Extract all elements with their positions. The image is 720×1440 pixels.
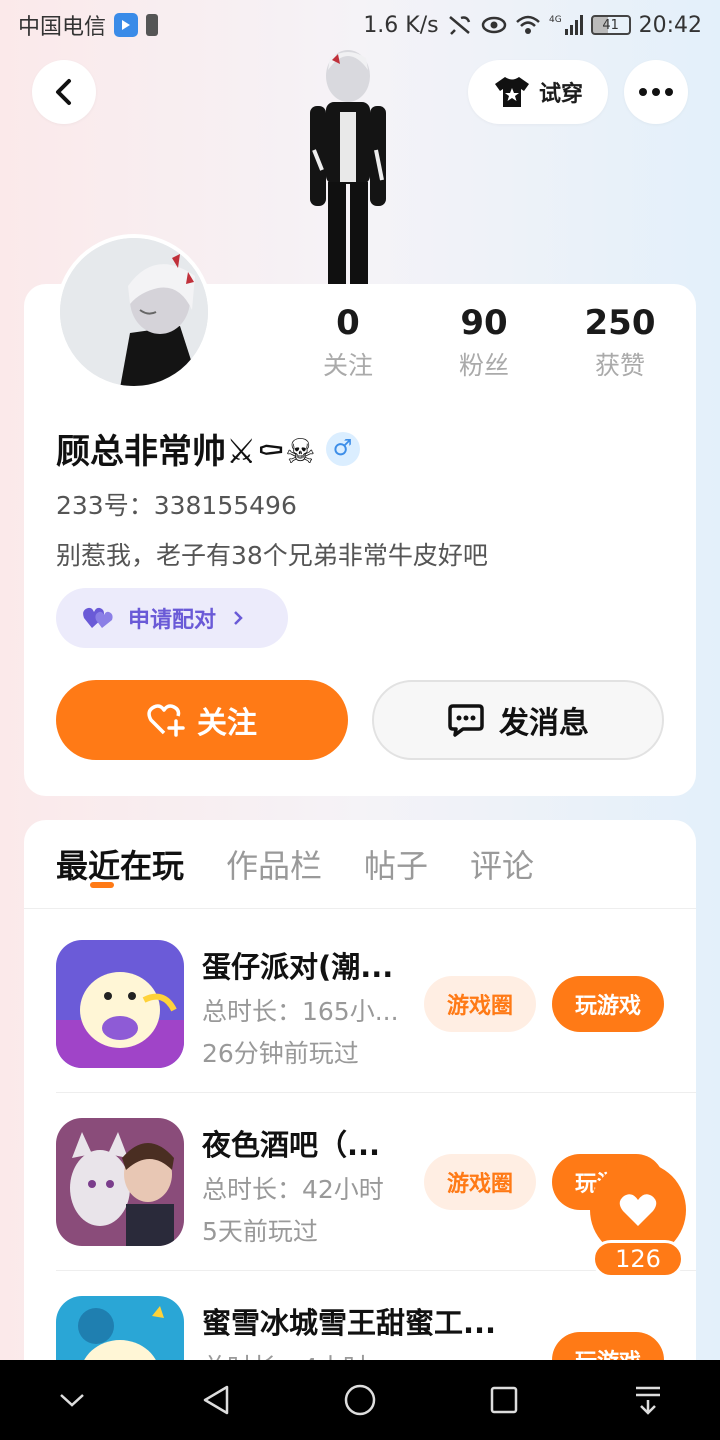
stat-value: 0	[336, 303, 360, 343]
male-icon: ♂	[325, 431, 360, 466]
pull-down-icon	[633, 1384, 663, 1416]
wifi-icon	[515, 14, 541, 36]
status-right: 1.6 K/s 4G 41 20:42	[363, 13, 702, 38]
game-title: 蛋仔派对(潮...	[202, 950, 394, 984]
network-speed: 1.6 K/s	[363, 12, 439, 38]
tryon-button[interactable]: 试穿	[468, 60, 608, 124]
tab-comments[interactable]: 评论	[470, 842, 534, 890]
game-last-played: 5天前玩过	[202, 1217, 318, 1246]
game-circle-button[interactable]: 游戏圈	[424, 1154, 536, 1210]
back-button[interactable]	[32, 60, 96, 124]
stat-label: 获赞	[594, 351, 645, 380]
carrier-label: 中国电信	[18, 15, 107, 40]
chevron-down-icon	[58, 1392, 86, 1408]
stat-likes[interactable]: 250 获赞	[552, 300, 688, 386]
request-pair-label: 申请配对	[128, 608, 217, 633]
profile-stats: 0 关注 90 粉丝 250 获赞	[280, 300, 688, 386]
follow-label: 关注	[197, 706, 257, 741]
battery-icon: 41	[590, 15, 631, 35]
chat-bubble-icon	[447, 702, 485, 738]
clock: 20:42	[638, 12, 702, 38]
tabs-divider	[24, 908, 696, 909]
request-pair-button[interactable]: 申请配对	[56, 588, 288, 648]
avatar[interactable]	[56, 234, 212, 390]
game-last-played: 26分钟前玩过	[202, 1039, 359, 1068]
double-heart-icon	[82, 606, 116, 630]
chevron-right-icon	[232, 609, 244, 627]
status-left: 中国电信	[18, 9, 159, 41]
nav-recents-button[interactable]	[474, 1370, 534, 1430]
username-row: 顾总非常帅⚔⚰☠ ♂	[56, 424, 360, 473]
tryon-label: 试穿	[538, 82, 583, 107]
circle-home-icon	[343, 1383, 377, 1417]
like-count: 126	[592, 1240, 684, 1278]
user-id: 233号：338155496	[56, 491, 297, 520]
game-item[interactable]: 蛋仔派对(潮... 总时长：165小... 26分钟前玩过 游戏圈 玩游戏	[56, 940, 664, 1070]
triangle-back-icon	[201, 1384, 231, 1416]
stat-following[interactable]: 0 关注	[280, 300, 416, 386]
game-duration: 总时长：165小...	[202, 997, 399, 1026]
game-duration: 总时长：42小时	[202, 1175, 384, 1204]
mute-icon	[447, 14, 473, 36]
tab-works[interactable]: 作品栏	[226, 842, 322, 890]
more-button[interactable]	[624, 60, 688, 124]
stat-label: 关注	[322, 351, 373, 380]
phone-icon	[146, 14, 159, 36]
avatar-figure[interactable]	[288, 40, 408, 290]
heart-icon	[618, 1192, 658, 1228]
stat-value: 250	[584, 303, 656, 343]
stat-followers[interactable]: 90 粉丝	[416, 300, 552, 386]
tab-posts[interactable]: 帖子	[364, 842, 428, 890]
game-icon	[56, 1118, 184, 1246]
profile-tabs: 最近在玩 作品栏 帖子 评论	[56, 842, 534, 890]
user-bio: 别惹我，老子有38个兄弟非常牛皮好吧	[56, 541, 488, 570]
stat-label: 粉丝	[458, 351, 509, 380]
tab-recently-played[interactable]: 最近在玩	[56, 842, 184, 890]
play-game-button[interactable]: 玩游戏	[552, 976, 664, 1032]
more-dots-icon	[638, 87, 674, 97]
nav-hide-button[interactable]	[42, 1370, 102, 1430]
nav-back-button[interactable]	[186, 1370, 246, 1430]
sim-card-icon	[114, 13, 139, 37]
heart-plus-icon	[147, 703, 185, 737]
game-title: 夜色酒吧（...	[202, 1128, 381, 1162]
game-title: 蜜雪冰城雪王甜蜜工...	[202, 1306, 497, 1340]
square-recents-icon	[489, 1385, 519, 1415]
follow-button[interactable]: 关注	[56, 680, 348, 760]
signal-icon: 4G	[549, 13, 583, 37]
eye-icon	[481, 15, 507, 35]
row-divider	[56, 1092, 696, 1093]
chevron-left-icon	[52, 78, 76, 106]
send-message-button[interactable]: 发消息	[372, 680, 664, 760]
network-type: 4G	[549, 15, 562, 25]
system-nav-bar	[0, 1360, 720, 1440]
nav-home-button[interactable]	[330, 1370, 390, 1430]
content-card: 最近在玩 作品栏 帖子 评论 蛋仔派对(潮... 总时长：165小... 26分…	[24, 820, 696, 1380]
game-item[interactable]: 夜色酒吧（... 总时长：42小时 5天前玩过 游戏圈 玩游戏	[56, 1118, 664, 1248]
game-icon	[56, 940, 184, 1068]
stat-value: 90	[460, 303, 508, 343]
tshirt-icon	[493, 75, 531, 109]
game-circle-button[interactable]: 游戏圈	[424, 976, 536, 1032]
username: 顾总非常帅⚔⚰☠	[56, 432, 316, 472]
send-message-label: 发消息	[499, 706, 589, 741]
nav-notification-button[interactable]	[618, 1370, 678, 1430]
active-tab-indicator	[90, 882, 114, 888]
